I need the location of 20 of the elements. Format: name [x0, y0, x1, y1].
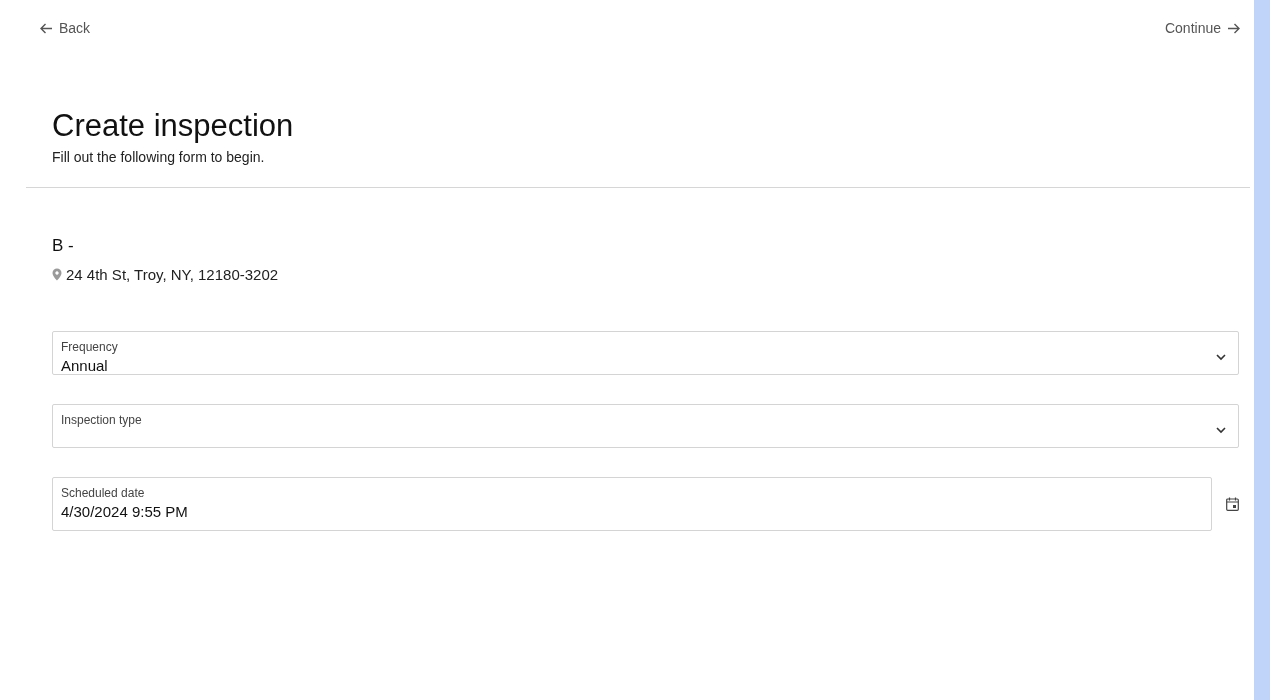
page-title: Create inspection	[52, 108, 295, 144]
calendar-icon[interactable]	[1226, 497, 1239, 511]
location-name: B -	[52, 236, 75, 256]
select-field[interactable]: Frequency Annual	[52, 331, 1239, 375]
chevron-down-icon[interactable]	[1216, 426, 1226, 434]
field-label: Frequency	[61, 340, 118, 354]
arrow-right-icon	[1227, 22, 1240, 34]
map-pin-icon	[52, 268, 62, 281]
back-link[interactable]: Back	[40, 20, 91, 36]
chevron-down-icon[interactable]	[1216, 353, 1226, 361]
select-field[interactable]: Inspection type	[52, 404, 1239, 448]
field-value: 4/30/2024 9:55 PM	[61, 503, 188, 520]
field-label: Inspection type	[61, 413, 142, 427]
location-address: 24 4th St, Troy, NY, 12180-3202	[66, 266, 279, 283]
page-subtitle: Fill out the following form to begin.	[52, 149, 266, 165]
arrow-left-icon	[40, 22, 53, 34]
date-field[interactable]: Scheduled date 4/30/2024 9:55 PM	[52, 477, 1212, 531]
field-value: Annual	[61, 357, 109, 374]
continue-link[interactable]: Continue	[1164, 20, 1240, 36]
field-label: Scheduled date	[61, 486, 146, 500]
